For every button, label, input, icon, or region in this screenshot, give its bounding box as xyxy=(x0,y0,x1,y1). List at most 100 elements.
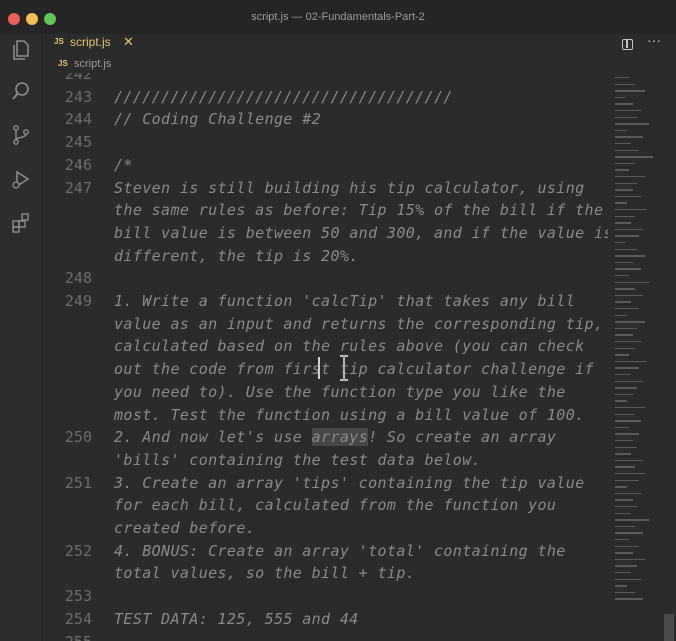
code-text: 'bills' containing the test data below. xyxy=(114,450,482,469)
code-line[interactable]: 'bills' containing the test data below. xyxy=(42,451,608,474)
code-line[interactable]: the same rules as before: Tip 15% of the… xyxy=(42,201,608,224)
minimap-line xyxy=(615,354,629,356)
activity-bar xyxy=(0,34,42,641)
search-icon[interactable] xyxy=(10,80,32,102)
minimap-line xyxy=(615,512,631,514)
code-line[interactable]: 248 xyxy=(42,269,608,292)
files-icon[interactable] xyxy=(10,39,32,61)
minimap-line xyxy=(615,506,637,508)
code-line[interactable]: created before. xyxy=(42,519,608,542)
ibeam-cursor-icon xyxy=(340,355,348,381)
code-line[interactable]: 253 xyxy=(42,587,608,610)
js-file-icon: JS xyxy=(58,59,68,68)
minimap-line xyxy=(615,275,629,277)
code-line[interactable]: 249 1. Write a function 'calcTip' that ta… xyxy=(42,292,608,315)
code-line[interactable]: 244 // Coding Challenge #2 xyxy=(42,110,608,133)
code-text: the same rules as before: Tip 15% of the… xyxy=(114,201,604,220)
code-line[interactable]: bill value is between 50 and 300, and if… xyxy=(42,224,608,247)
line-number: 250 xyxy=(64,428,92,447)
code-line[interactable]: 250 2. And now let's use arrays! So creat… xyxy=(42,428,608,451)
minimap-line xyxy=(615,228,643,231)
code-text: 3. Create an array 'tips' containing the… xyxy=(114,473,585,492)
line-number: 245 xyxy=(64,133,92,152)
code-line[interactable]: 255 xyxy=(42,633,608,641)
line-number: 242 xyxy=(64,73,92,83)
extensions-icon[interactable] xyxy=(10,212,32,234)
code-line[interactable]: different, the tip is 20%. xyxy=(42,247,608,270)
minimap-line xyxy=(615,499,633,501)
minimap-line xyxy=(615,182,637,184)
line-number: 255 xyxy=(42,633,92,641)
code-line[interactable]: value as an input and returns the corres… xyxy=(42,315,608,338)
line-number: 252 xyxy=(64,541,92,560)
minimap-line xyxy=(615,459,643,462)
minimap-line xyxy=(615,453,631,455)
minimap-line xyxy=(615,261,633,264)
minimap-line xyxy=(615,202,627,204)
code-line[interactable]: 243 //////////////////////////////////// xyxy=(42,88,608,111)
minimap-line xyxy=(615,486,627,488)
code-line[interactable]: out the code from first tip calculator c… xyxy=(42,360,608,383)
minimap-line xyxy=(615,433,639,435)
code-line[interactable]: for each bill, calculated from the funct… xyxy=(42,496,608,519)
code-line[interactable]: 242 xyxy=(42,73,608,88)
minimap-line xyxy=(615,347,635,349)
line-number: 247 xyxy=(64,178,92,197)
minimap[interactable] xyxy=(608,73,676,641)
minimap-line xyxy=(615,248,637,250)
close-icon[interactable]: ✕ xyxy=(123,34,134,50)
line-number: 253 xyxy=(64,587,92,606)
minimap-line xyxy=(615,558,645,561)
more-actions-icon[interactable]: ··· xyxy=(647,32,661,48)
code-text: TEST DATA: 125, 555 and 44 xyxy=(114,609,359,628)
minimap-line xyxy=(615,83,635,85)
code-line[interactable]: 251 3. Create an array 'tips' containing … xyxy=(42,474,608,497)
run-debug-icon[interactable] xyxy=(10,168,32,190)
code-line[interactable]: you need to). Use the function type you … xyxy=(42,383,608,406)
breadcrumb: JS script.js xyxy=(42,57,676,73)
code-line[interactable]: total values, so the bill + tip. xyxy=(42,564,608,587)
minimap-line xyxy=(615,572,631,574)
code-line[interactable]: 247 Steven is still building his tip calc… xyxy=(42,179,608,202)
code-line[interactable]: 245 xyxy=(42,133,608,156)
code-line[interactable]: 246 /* xyxy=(42,156,608,179)
minimap-line xyxy=(615,235,639,237)
code-text: //////////////////////////////////// xyxy=(114,87,453,106)
minimap-line xyxy=(615,169,629,171)
minimap-line xyxy=(615,598,643,600)
source-control-icon[interactable] xyxy=(10,124,32,146)
minimap-line xyxy=(615,129,627,132)
tab-label: script.js xyxy=(70,35,111,49)
minimap-line xyxy=(615,301,631,303)
minimap-line xyxy=(615,387,637,389)
minimap-line xyxy=(615,110,641,112)
minimap-line xyxy=(615,149,639,151)
code-text: // Coding Challenge #2 xyxy=(114,110,322,129)
minimap-line xyxy=(615,123,649,125)
minimap-line xyxy=(615,209,647,211)
code-text: out the code from first tip calculator c… xyxy=(114,360,594,379)
minimap-line xyxy=(615,103,633,105)
split-editor-icon[interactable] xyxy=(622,39,633,50)
minimap-line xyxy=(615,393,633,396)
minimap-line xyxy=(615,552,633,554)
tab-script-js[interactable]: JS script.js ✕ xyxy=(42,34,142,58)
code-text: total values, so the bill + tip. xyxy=(114,564,416,583)
minimap-line xyxy=(615,532,643,534)
minimap-line xyxy=(615,255,645,257)
code-line[interactable]: 254 TEST DATA: 125, 555 and 44 xyxy=(42,610,608,633)
minimap-line xyxy=(615,288,635,290)
minimap-line xyxy=(615,308,639,310)
code-line[interactable]: calculated based on the rules above (you… xyxy=(42,337,608,360)
js-file-icon: JS xyxy=(54,37,64,46)
minimap-line xyxy=(615,492,641,495)
code-editor[interactable]: 242 243 //////////////////////////////////… xyxy=(42,73,608,641)
code-text: 1. Write a function 'calcTip' that takes… xyxy=(114,292,576,310)
code-line[interactable]: 252 4. BONUS: Create an array 'total' con… xyxy=(42,542,608,565)
code-line[interactable]: most. Test the function using a bill val… xyxy=(42,406,608,429)
scrollbar-thumb[interactable] xyxy=(664,614,674,641)
line-number: 251 xyxy=(64,473,92,492)
minimap-line xyxy=(615,585,627,587)
minimap-line xyxy=(615,360,647,363)
breadcrumb-file[interactable]: script.js xyxy=(74,58,111,70)
